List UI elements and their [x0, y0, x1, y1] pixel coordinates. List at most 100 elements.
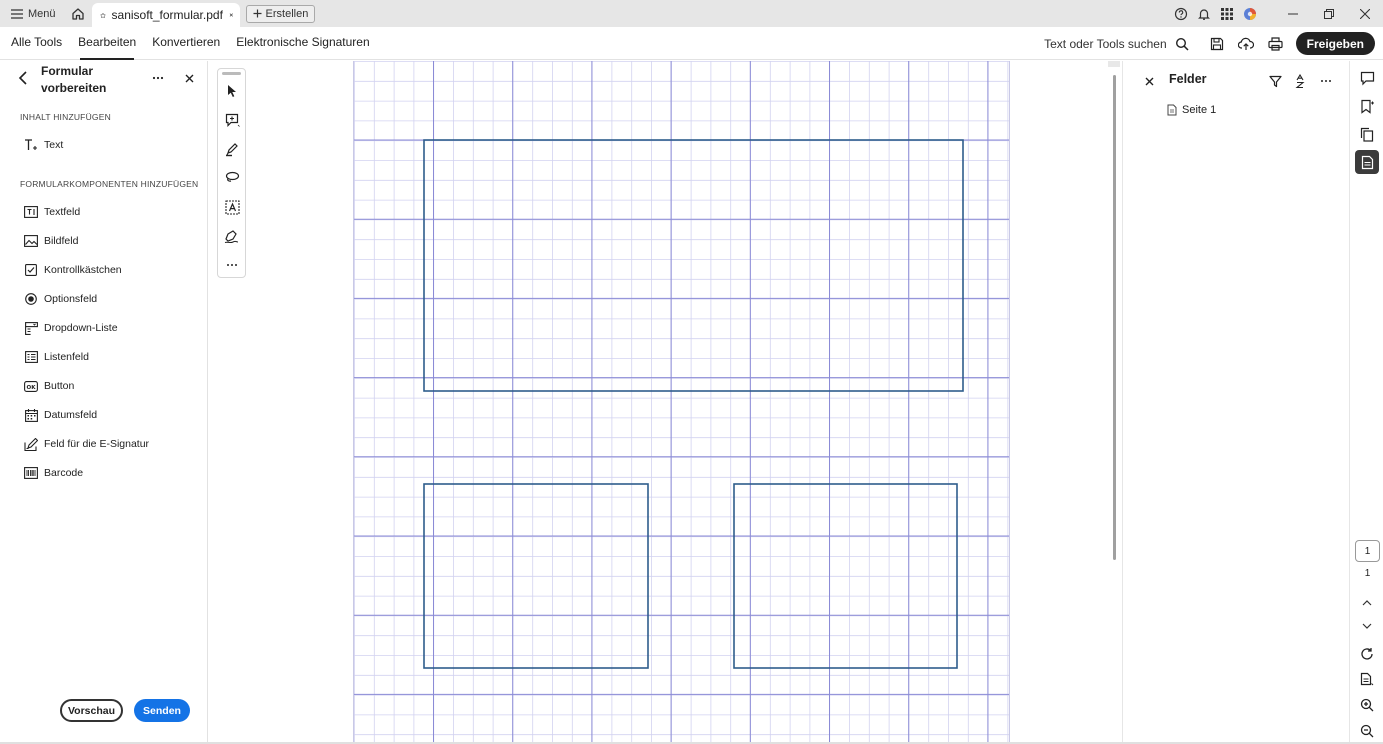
page-fit-button[interactable] — [1355, 667, 1379, 691]
tab-convert[interactable]: Konvertieren — [144, 27, 228, 60]
previous-page-button[interactable] — [1355, 590, 1379, 614]
print-icon — [1268, 36, 1283, 51]
right-side-rail: 1 1 — [1349, 61, 1383, 744]
fields-more-button[interactable] — [1317, 72, 1335, 90]
dropdown-label: Dropdown-Liste — [44, 322, 118, 334]
save-icon — [1211, 37, 1224, 50]
signature-pen-icon — [224, 229, 239, 243]
send-button[interactable]: Senden — [134, 699, 190, 722]
tab-title: sanisoft_formular.pdf — [111, 8, 223, 22]
panel-close-button[interactable] — [180, 69, 198, 87]
date-field-label: Datumsfeld — [44, 409, 98, 421]
draw-tool-button[interactable] — [221, 167, 243, 189]
search-button[interactable] — [1171, 27, 1193, 60]
more-horizontal-icon — [227, 264, 237, 266]
form-field-large[interactable] — [423, 139, 964, 392]
vertical-scrollbar[interactable] — [1113, 75, 1116, 560]
apps-button[interactable] — [1215, 0, 1238, 27]
component-listbox[interactable]: Listenfeld — [24, 347, 89, 367]
upload-cloud-button[interactable] — [1232, 27, 1261, 60]
pen-icon — [225, 142, 238, 156]
fields-close-button[interactable] — [1141, 73, 1157, 89]
tab-e-signatures[interactable]: Elektronische Signaturen — [228, 27, 377, 60]
plus-icon — [253, 9, 262, 18]
calendar-icon — [24, 408, 38, 422]
menu-button[interactable]: Menü — [0, 0, 64, 27]
menu-bar: Alle Tools Bearbeiten Konvertieren Elekt… — [0, 27, 1383, 60]
select-tool-button[interactable] — [221, 80, 243, 102]
component-image-field[interactable]: Bildfeld — [24, 231, 78, 251]
fields-title: Felder — [1169, 72, 1207, 86]
fields-tree-page[interactable]: Seite 1 — [1167, 104, 1216, 116]
zoom-out-button[interactable] — [1355, 719, 1379, 743]
filter-button[interactable] — [1266, 72, 1284, 90]
component-esignature-field[interactable]: Feld für die E-Signatur — [24, 434, 149, 454]
share-button[interactable]: Freigeben — [1295, 32, 1375, 55]
rotate-button[interactable] — [1355, 642, 1379, 666]
panel-more-button[interactable] — [149, 69, 167, 87]
rail-drag-handle[interactable] — [222, 72, 241, 75]
search-icon — [1175, 37, 1189, 51]
current-page-input[interactable]: 1 — [1355, 540, 1380, 562]
profile-button[interactable] — [1238, 0, 1261, 27]
quick-tools-rail — [217, 68, 246, 278]
print-button[interactable] — [1261, 27, 1290, 60]
close-window-button[interactable] — [1347, 0, 1383, 27]
tab-edit[interactable]: Bearbeiten — [70, 27, 144, 60]
form-fields-button[interactable] — [1355, 150, 1379, 174]
image-field-label: Bildfeld — [44, 235, 79, 247]
esign-icon — [24, 437, 38, 451]
comments-button[interactable] — [1355, 66, 1379, 90]
minimize-icon — [1288, 13, 1298, 14]
search-label[interactable]: Text oder Tools suchen — [1044, 37, 1167, 51]
zoom-out-icon — [1360, 724, 1374, 738]
create-button[interactable]: Erstellen — [245, 4, 316, 23]
minimize-button[interactable] — [1275, 0, 1311, 27]
save-button[interactable] — [1203, 27, 1232, 60]
restore-icon — [1324, 8, 1334, 19]
zoom-in-button[interactable] — [1355, 693, 1379, 717]
fields-panel: Felder Seite 1 — [1122, 61, 1349, 744]
preview-button[interactable]: Vorschau — [60, 699, 123, 722]
component-radio[interactable]: Optionsfeld — [24, 289, 97, 309]
star-icon[interactable] — [99, 9, 106, 22]
component-checkbox[interactable]: Kontrollkästchen — [24, 260, 122, 280]
sort-button[interactable] — [1291, 72, 1309, 90]
tab-all-tools[interactable]: Alle Tools — [0, 27, 70, 60]
barcode-icon — [24, 466, 38, 480]
component-date-field[interactable]: Datumsfeld — [24, 405, 97, 425]
close-tab-icon[interactable] — [229, 10, 234, 20]
radio-icon — [24, 292, 38, 306]
component-dropdown[interactable]: Dropdown-Liste — [24, 318, 118, 338]
title-bar: Menü sanisoft_formular.pdf Erstellen — [0, 0, 1383, 27]
back-button[interactable] — [15, 69, 33, 87]
image-field-icon — [24, 234, 38, 248]
close-window-icon — [1360, 8, 1370, 19]
pdf-page[interactable] — [353, 61, 1010, 744]
component-text-field[interactable]: Textfeld — [24, 202, 80, 222]
highlight-tool-button[interactable] — [221, 138, 243, 160]
comment-tool-button[interactable] — [221, 109, 243, 131]
help-button[interactable] — [1169, 0, 1192, 27]
barcode-label: Barcode — [44, 467, 84, 479]
lasso-icon — [225, 171, 239, 182]
pages-button[interactable] — [1355, 122, 1379, 146]
next-page-button[interactable] — [1355, 614, 1379, 638]
more-tools-button[interactable] — [221, 254, 243, 276]
notifications-button[interactable] — [1192, 0, 1215, 27]
document-tab[interactable]: sanisoft_formular.pdf — [91, 3, 240, 27]
add-text-icon — [24, 138, 38, 152]
bookmarks-button[interactable] — [1355, 94, 1379, 118]
avatar-icon — [1243, 7, 1256, 20]
more-icon — [1321, 80, 1331, 82]
component-button[interactable]: OK Button — [24, 376, 74, 396]
component-barcode[interactable]: Barcode — [24, 463, 83, 483]
restore-button[interactable] — [1311, 0, 1347, 27]
sign-tool-button[interactable] — [221, 225, 243, 247]
sort-az-icon — [1295, 73, 1305, 88]
close-icon — [1145, 77, 1153, 85]
esignature-field-label: Feld für die E-Signatur — [44, 438, 150, 450]
add-text-item[interactable]: Text — [24, 135, 63, 155]
text-box-tool-button[interactable] — [221, 196, 243, 218]
home-button[interactable] — [64, 0, 92, 27]
